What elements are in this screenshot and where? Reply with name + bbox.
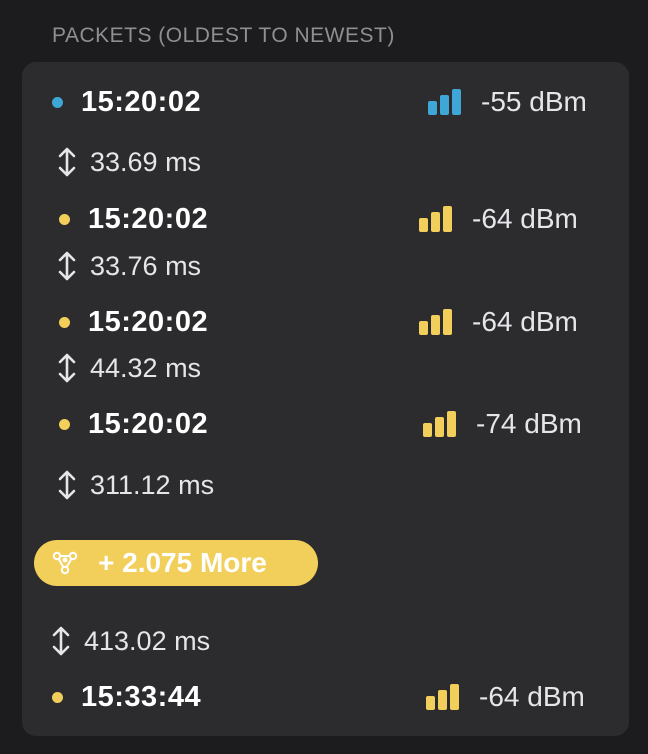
- packets-screen: PACKETS (OLDEST TO NEWEST) 15:20:02 -55 …: [0, 0, 648, 754]
- signal-bars-icon: [423, 411, 456, 437]
- up-down-arrow-icon: [58, 251, 76, 281]
- packet-signal: -55 dBm: [428, 86, 587, 118]
- signal-bars-icon: [419, 309, 452, 335]
- signal-bars-icon: [428, 89, 461, 115]
- status-dot: [52, 692, 63, 703]
- packet-signal: -64 dBm: [419, 203, 578, 235]
- packet-time: 15:20:02: [88, 203, 209, 235]
- up-down-arrow-icon: [58, 470, 76, 500]
- signal-strength: -64 dBm: [472, 203, 578, 234]
- network-hub-icon: [52, 551, 78, 575]
- up-down-arrow-icon: [58, 353, 76, 383]
- signal-strength: -64 dBm: [479, 681, 585, 712]
- latency-value: 413.02 ms: [84, 625, 211, 656]
- packet-signal: -74 dBm: [423, 408, 582, 440]
- packet-time: 15:20:02: [81, 86, 202, 118]
- signal-strength: -55 dBm: [481, 86, 587, 117]
- section-title: PACKETS (OLDEST TO NEWEST): [52, 24, 395, 47]
- latency-row: 33.76 ms: [56, 250, 201, 282]
- packet-time: 15:20:02: [88, 408, 209, 440]
- signal-strength: -64 dBm: [472, 306, 578, 337]
- packet-row: 15:20:02: [59, 306, 208, 339]
- latency-value: 311.12 ms: [90, 469, 215, 500]
- signal-strength: -74 dBm: [476, 408, 582, 439]
- latency-row: 44.32 ms: [56, 352, 201, 384]
- latency-row: 311.12 ms: [56, 469, 214, 501]
- status-dot: [52, 97, 63, 108]
- packet-row: 15:20:02: [59, 408, 208, 441]
- up-down-arrow-icon: [58, 147, 76, 177]
- signal-bars-icon: [426, 684, 459, 710]
- show-more-button[interactable]: + 2.075 More: [34, 540, 318, 586]
- packet-time: 15:33:44: [81, 681, 202, 713]
- latency-row: 33.69 ms: [56, 146, 201, 178]
- status-dot: [59, 214, 70, 225]
- packet-time: 15:20:02: [88, 306, 209, 338]
- signal-bars-icon: [419, 206, 452, 232]
- packet-row: 15:20:02: [59, 203, 208, 236]
- latency-value: 33.69 ms: [90, 146, 202, 177]
- status-dot: [59, 419, 70, 430]
- latency-row: 413.02 ms: [50, 625, 210, 657]
- latency-value: 44.32 ms: [90, 352, 202, 383]
- up-down-arrow-icon: [52, 626, 70, 656]
- packet-row: 15:33:44: [52, 681, 201, 714]
- latency-value: 33.76 ms: [90, 250, 202, 281]
- show-more-label: + 2.075 More: [98, 547, 267, 578]
- status-dot: [59, 317, 70, 328]
- packet-signal: -64 dBm: [419, 306, 578, 338]
- packet-signal: -64 dBm: [426, 681, 585, 713]
- packet-row: 15:20:02: [52, 86, 201, 119]
